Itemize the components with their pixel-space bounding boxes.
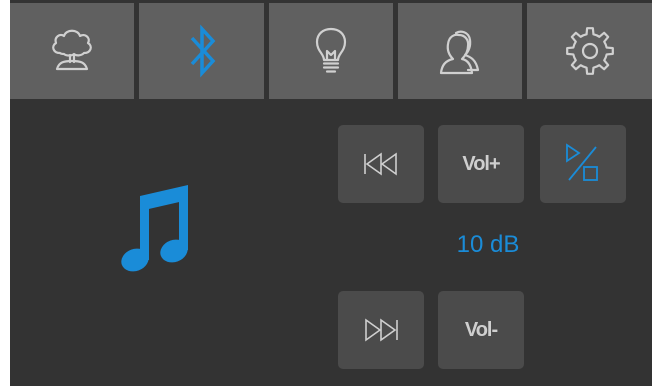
next-button[interactable] xyxy=(338,291,424,369)
previous-button[interactable] xyxy=(338,125,424,203)
skip-forward-icon xyxy=(365,318,398,342)
tab-settings[interactable] xyxy=(527,3,652,99)
music-note-icon xyxy=(118,180,200,276)
volume-up-label: Vol+ xyxy=(462,152,500,175)
gear-icon xyxy=(565,27,614,75)
volume-down-label: Vol- xyxy=(464,318,498,341)
tab-light[interactable] xyxy=(269,3,393,99)
shuffle-button[interactable] xyxy=(540,125,626,203)
skip-back-icon xyxy=(364,152,397,176)
lightbulb-icon xyxy=(315,27,347,73)
bluetooth-icon xyxy=(190,24,215,78)
volume-up-button[interactable]: Vol+ xyxy=(438,125,524,203)
shapes-toggle-icon xyxy=(566,143,598,181)
app-frame: Vol+ 10 dB Vol- xyxy=(10,0,652,386)
volume-readout: 10 dB xyxy=(456,231,520,258)
tree-icon xyxy=(52,29,92,71)
volume-down-button[interactable]: Vol- xyxy=(438,291,524,369)
tab-bluetooth[interactable] xyxy=(139,3,264,99)
tab-users[interactable] xyxy=(398,3,522,99)
tab-tree[interactable] xyxy=(10,3,134,99)
tab-bar xyxy=(10,0,652,99)
users-icon xyxy=(439,30,480,75)
